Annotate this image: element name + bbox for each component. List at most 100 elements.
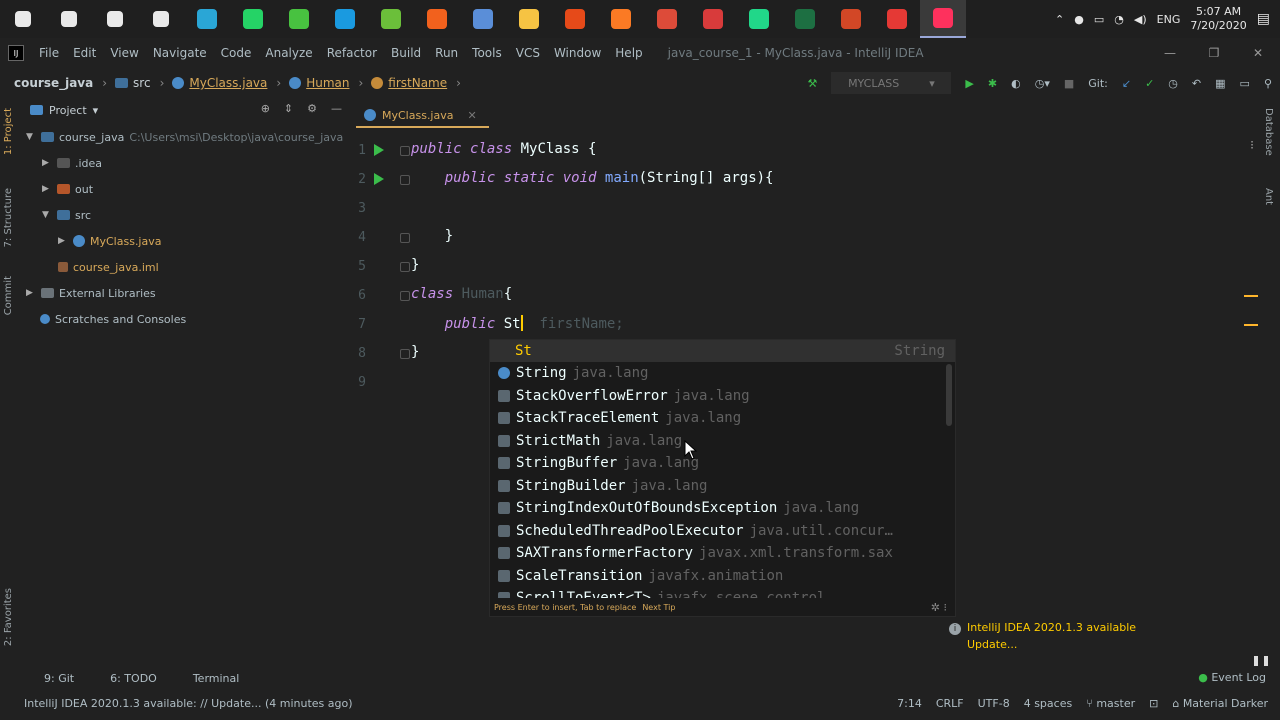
run-gutter-icon[interactable] — [374, 144, 384, 156]
tool-todo-button[interactable]: 6: TODO — [86, 672, 169, 685]
code-line-6[interactable]: class Human{ — [411, 286, 512, 302]
lock-icon[interactable]: ⊡ — [1149, 697, 1158, 710]
tab-database[interactable]: Database — [1263, 108, 1274, 156]
editor-menu-icon[interactable]: ⁝ — [1250, 138, 1254, 152]
app-green-icon[interactable] — [368, 0, 414, 38]
powerpoint-icon[interactable] — [828, 0, 874, 38]
search-everywhere-icon[interactable]: ⚲ — [1264, 77, 1272, 90]
menu-run[interactable]: Run — [428, 46, 465, 60]
fold-marker-icon[interactable] — [400, 175, 410, 185]
office-icon[interactable] — [552, 0, 598, 38]
tree-node-root[interactable]: ▼ course_java C:\Users\msi\Desktop\java\… — [26, 126, 343, 148]
tree-node-idea[interactable]: ▶ .idea — [42, 152, 102, 174]
clock[interactable]: 5:07 AM 7/20/2020 — [1190, 5, 1246, 33]
fold-marker-icon[interactable] — [400, 146, 410, 156]
completion-typed-row[interactable]: St String — [490, 340, 955, 362]
run-gutter-icon[interactable] — [374, 173, 384, 185]
breadcrumb-file[interactable]: MyClass.java › — [168, 76, 285, 90]
code-line-8[interactable]: } — [411, 344, 419, 360]
collapse-all-icon[interactable]: ⇕ — [284, 102, 293, 115]
intellij-icon[interactable] — [920, 0, 966, 38]
completion-item[interactable]: StackTraceElement java.lang — [490, 407, 955, 430]
cortana-icon[interactable] — [92, 0, 138, 38]
app-orange-icon[interactable] — [414, 0, 460, 38]
tab-commit[interactable]: Commit — [3, 276, 14, 315]
file-explorer-icon[interactable] — [506, 0, 552, 38]
file-encoding[interactable]: UTF-8 — [978, 697, 1010, 710]
locate-icon[interactable]: ⊕ — [261, 102, 270, 115]
run-configuration-select[interactable]: MYCLASS ▾ — [831, 72, 952, 94]
tab-project[interactable]: 1: Project — [3, 108, 14, 155]
menu-edit[interactable]: Edit — [66, 46, 103, 60]
completion-item[interactable]: ScaleTransition javafx.animation — [490, 565, 955, 588]
error-stripe-marker[interactable] — [1244, 324, 1258, 326]
notification-center-icon[interactable]: ▤ — [1257, 11, 1270, 27]
tab-favorites[interactable]: 2: Favorites — [3, 588, 14, 646]
hide-icon[interactable]: — — [331, 102, 342, 115]
build-hammer-icon[interactable]: ⚒ — [808, 77, 818, 90]
chevron-down-icon[interactable]: ▾ — [93, 104, 99, 117]
tree-node-src[interactable]: ▼ src — [42, 204, 91, 226]
menu-window[interactable]: Window — [547, 46, 608, 60]
fold-marker-icon[interactable] — [400, 233, 410, 243]
app-e-icon[interactable] — [184, 0, 230, 38]
event-log-button[interactable]: ● Event Log — [1198, 671, 1266, 684]
menu-refactor[interactable]: Refactor — [320, 46, 384, 60]
fold-marker-icon[interactable] — [400, 262, 410, 272]
tree-node-myclass[interactable]: ▶ MyClass.java — [58, 230, 161, 252]
completion-item[interactable]: ScheduledThreadPoolExecutor java.util.con… — [490, 520, 955, 543]
whatsapp-icon[interactable] — [230, 0, 276, 38]
theme-indicator[interactable]: ⌂ Material Darker — [1172, 697, 1268, 710]
completion-scrollbar[interactable] — [946, 364, 952, 426]
tree-node-iml[interactable]: course_java.iml — [58, 256, 159, 278]
presentation-icon[interactable]: ▭ — [1240, 77, 1250, 90]
completion-item[interactable]: SAXTransformerFactory javax.xml.transform… — [490, 542, 955, 565]
caret-position[interactable]: 7:14 — [897, 697, 922, 710]
task-view-icon[interactable] — [138, 0, 184, 38]
battery-icon[interactable]: ▭ — [1094, 13, 1104, 26]
editor-tab-myclass[interactable]: MyClass.java ✕ — [356, 104, 489, 128]
skype-icon[interactable] — [322, 0, 368, 38]
chrome-icon[interactable] — [644, 0, 690, 38]
menu-analyze[interactable]: Analyze — [258, 46, 319, 60]
excel-icon[interactable] — [782, 0, 828, 38]
tab-structure[interactable]: 7: Structure — [3, 188, 14, 247]
xampp-icon[interactable] — [598, 0, 644, 38]
tree-node-external-libraries[interactable]: ▶ External Libraries — [26, 282, 156, 304]
menu-file[interactable]: File — [32, 46, 66, 60]
debug-icon[interactable]: ✱ — [988, 77, 997, 90]
app-bolt-icon[interactable] — [690, 0, 736, 38]
menu-help[interactable]: Help — [608, 46, 649, 60]
coverage-icon[interactable]: ◐ — [1011, 77, 1021, 90]
breadcrumb-field[interactable]: firstName › — [367, 76, 465, 90]
status-message[interactable]: IntelliJ IDEA 2020.1.3 available: // Upd… — [0, 697, 353, 710]
code-line-7[interactable]: public St firstName; — [411, 315, 624, 332]
code-line-2[interactable]: public static void main(String[] args){ — [411, 170, 774, 186]
fold-marker-icon[interactable] — [400, 291, 410, 301]
menu-navigate[interactable]: Navigate — [146, 46, 214, 60]
git-commit-icon[interactable]: ✓ — [1145, 77, 1154, 90]
git-branch[interactable]: ⑂ master — [1086, 697, 1135, 710]
breadcrumb-src[interactable]: src › — [111, 76, 168, 90]
tree-node-scratches[interactable]: Scratches and Consoles — [40, 308, 186, 330]
tab-ant[interactable]: Ant — [1263, 188, 1274, 205]
webstorm-icon[interactable] — [736, 0, 782, 38]
completion-item[interactable]: String java.lang — [490, 362, 955, 385]
completion-item[interactable]: StringBuffer java.lang — [490, 452, 955, 475]
project-structure-icon[interactable]: ▦ — [1215, 77, 1225, 90]
completion-item[interactable]: StringIndexOutOfBoundsException java.lang — [490, 497, 955, 520]
minimize-button[interactable]: — — [1148, 38, 1192, 68]
volume-icon[interactable]: ◀) — [1134, 13, 1147, 26]
error-stripe-marker[interactable] — [1244, 295, 1258, 297]
next-tip-link[interactable]: Next Tip — [642, 603, 675, 612]
menu-vcs[interactable]: VCS — [509, 46, 547, 60]
indent-setting[interactable]: 4 spaces — [1024, 697, 1073, 710]
windows-start-icon[interactable] — [0, 0, 46, 38]
menu-code[interactable]: Code — [214, 46, 259, 60]
profile-icon[interactable]: ◷▾ — [1035, 77, 1050, 90]
run-icon[interactable]: ▶ — [965, 77, 973, 90]
wifi-icon[interactable]: ◔ — [1114, 13, 1124, 26]
rollback-icon[interactable]: ↶ — [1192, 77, 1201, 90]
completion-item[interactable]: StrictMath java.lang — [490, 430, 955, 453]
gear-icon[interactable]: ⚙ — [307, 102, 317, 115]
